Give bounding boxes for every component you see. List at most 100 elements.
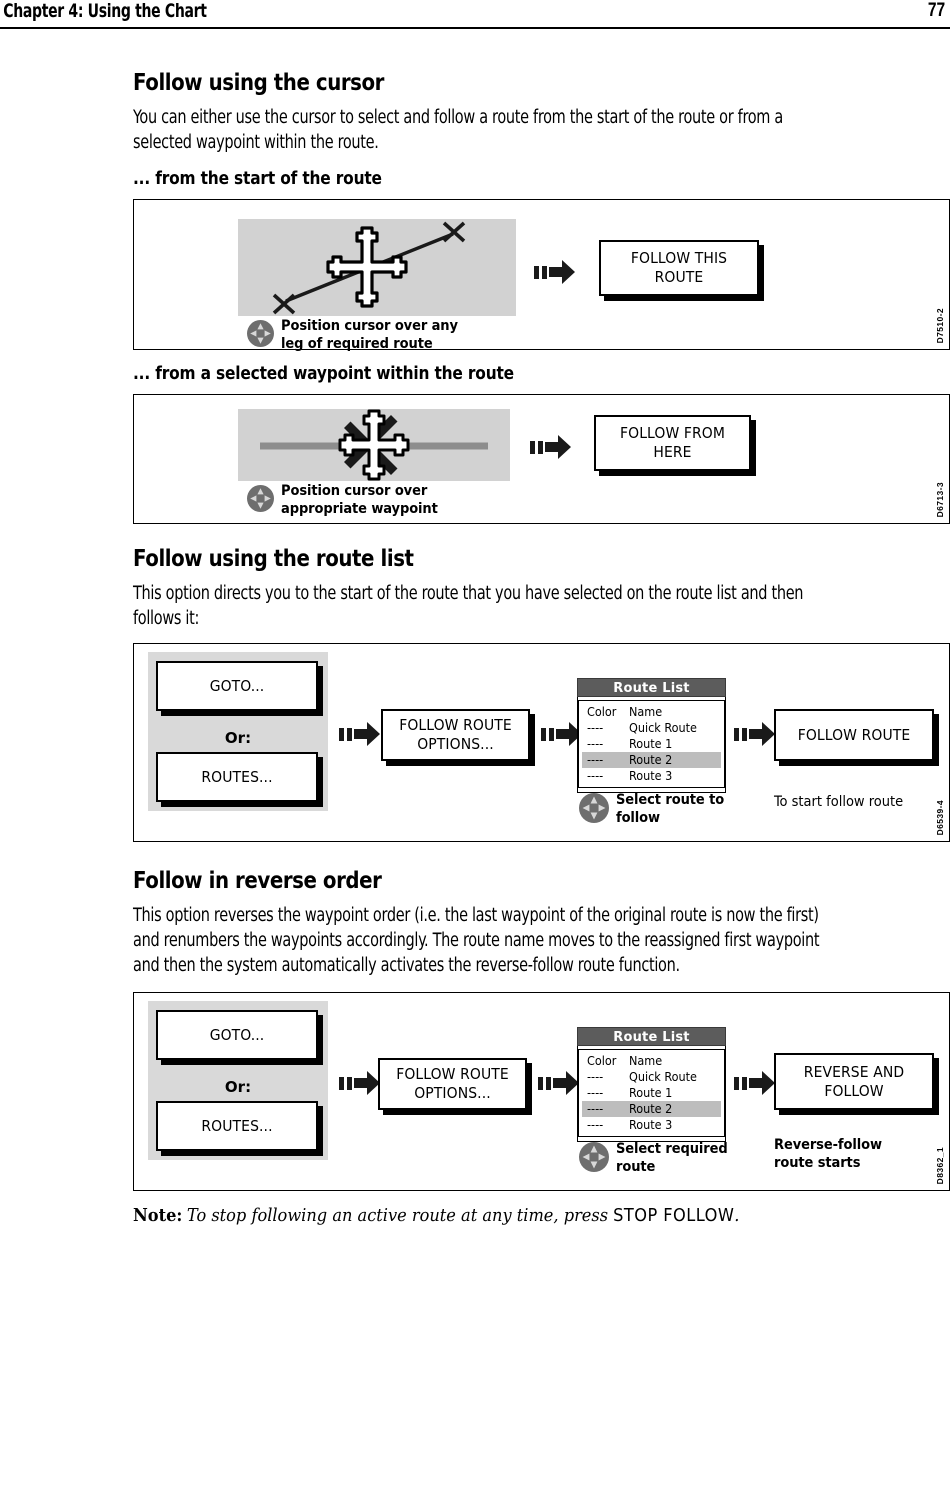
route-list-row-3[interactable]: ---- Quick Route xyxy=(582,720,721,736)
route-list-col-color-4: Color xyxy=(587,1053,617,1068)
route-color-swatch: ---- xyxy=(587,1117,604,1132)
figure-4-id: D8362_1 xyxy=(935,1146,945,1184)
softkey-follow-route-options-4-line1: FOLLOW ROUTE xyxy=(396,1065,509,1083)
route-list-row-4[interactable]: ---- Route 1 xyxy=(582,1085,721,1101)
figure-4-caption: Select required route xyxy=(616,1141,766,1176)
chapter-title: Chapter 4: Using the Chart xyxy=(3,0,207,22)
flow-arrow-2 xyxy=(530,435,571,459)
softkey-follow-route-options-3-line2: OPTIONS... xyxy=(417,735,494,753)
note-text: To stop following an active route at any… xyxy=(186,1205,614,1226)
route-list-header-row-3: Color Name xyxy=(582,704,721,720)
softkey-reverse-and-follow[interactable]: REVERSE AND FOLLOW xyxy=(774,1053,934,1110)
note-period: . xyxy=(734,1205,740,1226)
chart-cursor-icon xyxy=(326,226,408,308)
softkey-follow-from-here-line1: FOLLOW FROM xyxy=(620,424,725,442)
subsection-heading-from-selected-waypoint: ... from a selected waypoint within the … xyxy=(133,364,514,384)
softkey-follow-this-route[interactable]: FOLLOW THIS ROUTE xyxy=(599,240,759,296)
figure-3-id: D6539-4 xyxy=(935,799,945,835)
flow-dash-a xyxy=(530,440,535,454)
softkey-routes-4[interactable]: ROUTES... xyxy=(156,1101,318,1151)
figure-4-right-caption-line2: route starts xyxy=(774,1154,861,1171)
route-name: Quick Route xyxy=(629,720,697,735)
softkey-routes-label: ROUTES... xyxy=(201,767,273,786)
or-label-3: Or: xyxy=(224,729,252,747)
softkey-follow-route-options-4-line2: OPTIONS... xyxy=(414,1084,491,1102)
flow-dash-b xyxy=(741,727,747,741)
figure-2-caption-line2: appropriate waypoint xyxy=(281,500,438,517)
arrow-right-icon xyxy=(553,1071,579,1095)
flow-arrow-1 xyxy=(534,260,575,284)
softkey-follow-route-options-3[interactable]: FOLLOW ROUTE OPTIONS... xyxy=(381,709,530,761)
route-name: Route 2 xyxy=(629,1101,673,1116)
flow-dash-b xyxy=(548,727,554,741)
trackpad-icon-3 xyxy=(579,793,609,828)
flow-arrow-4a xyxy=(339,1071,380,1095)
trackpad-icon-1 xyxy=(247,320,274,352)
or-label-4: Or: xyxy=(224,1078,252,1096)
route-list-col-name-4: Name xyxy=(629,1053,663,1068)
chart-cursor-icon xyxy=(338,409,410,481)
route-list-header-row-4: Color Name xyxy=(582,1053,721,1069)
route-list-row-3[interactable]: ---- Route 3 xyxy=(582,768,721,784)
flow-dash-a xyxy=(538,1076,543,1090)
note-block: Note: To stop following an active route … xyxy=(133,1205,868,1226)
figure-4-right-caption-line1: Reverse-follow xyxy=(774,1137,882,1153)
route-color-swatch: ---- xyxy=(587,1101,604,1116)
softkey-goto-4-label: GOTO... xyxy=(209,1025,265,1044)
route-list-inner-4: Color Name ---- Quick Route ---- Route 1… xyxy=(578,1049,725,1137)
trackpad-icon-2 xyxy=(247,485,274,517)
softkey-goto-label: GOTO... xyxy=(209,676,265,695)
flow-dash-a xyxy=(534,265,539,279)
figure-3-caption: Select route to follow xyxy=(616,792,766,827)
route-list-title-3: Route List xyxy=(577,678,726,697)
softkey-goto[interactable]: GOTO... xyxy=(156,661,318,711)
figure-1-caption: Position cursor over any leg of required… xyxy=(281,318,511,353)
route-list-row-3-selected[interactable]: ---- Route 2 xyxy=(582,752,721,768)
figure-4-caption-line1: Select required xyxy=(616,1141,728,1157)
flow-dash-a xyxy=(541,727,546,741)
flow-dash-a xyxy=(339,727,344,741)
route-color-swatch: ---- xyxy=(587,752,604,767)
route-list-row-4[interactable]: ---- Route 3 xyxy=(582,1117,721,1133)
arrow-right-icon xyxy=(749,722,775,746)
route-list-row-3[interactable]: ---- Route 1 xyxy=(582,736,721,752)
page-header: Chapter 4: Using the Chart 77 xyxy=(0,0,950,28)
note-label: Note: xyxy=(133,1205,183,1226)
page-content: Follow using the cursor You can either u… xyxy=(133,70,950,1226)
softkey-follow-this-route-line1: FOLLOW THIS xyxy=(630,249,728,267)
route-name: Route 1 xyxy=(629,1085,673,1100)
flow-dash-b xyxy=(346,727,352,741)
route-list-window-3: Route List Color Name ---- Quick Route -… xyxy=(577,678,726,793)
arrow-right-icon xyxy=(545,435,571,459)
section-body-follow-in-reverse-order: This option reverses the waypoint order … xyxy=(133,905,820,976)
softkey-follow-route-options-4[interactable]: FOLLOW ROUTE OPTIONS... xyxy=(378,1058,527,1110)
figure-4-caption-line2: route xyxy=(616,1158,656,1175)
softkey-follow-route-3[interactable]: FOLLOW ROUTE xyxy=(774,709,934,761)
softkey-routes-4-label: ROUTES... xyxy=(201,1116,273,1135)
flow-arrow-3c xyxy=(734,722,775,746)
route-list-window-4: Route List Color Name ---- Quick Route -… xyxy=(577,1027,726,1142)
figure-follow-this-route: Position cursor over any leg of required… xyxy=(133,199,950,353)
softkey-routes[interactable]: ROUTES... xyxy=(156,752,318,802)
route-name: Route 1 xyxy=(629,736,673,751)
flow-dash-b xyxy=(741,1076,747,1090)
flow-dash-b xyxy=(537,440,543,454)
figure-2-caption-line1: Position cursor over xyxy=(281,483,428,499)
header-divider xyxy=(0,27,950,29)
route-list-row-4-selected[interactable]: ---- Route 2 xyxy=(582,1101,721,1117)
route-list-row-4[interactable]: ---- Quick Route xyxy=(582,1069,721,1085)
route-list-col-color-3: Color xyxy=(587,704,617,719)
chart-screen-panel-2 xyxy=(238,409,510,481)
flow-arrow-4b xyxy=(538,1071,579,1095)
flow-dash-a xyxy=(339,1076,344,1090)
chart-cursor-graphic-1 xyxy=(272,221,466,315)
softkey-goto-4[interactable]: GOTO... xyxy=(156,1010,318,1060)
section-heading-follow-using-cursor: Follow using the cursor xyxy=(133,70,384,96)
section-heading-follow-using-route-list: Follow using the route list xyxy=(133,546,414,572)
route-color-swatch: ---- xyxy=(587,1069,604,1084)
flow-dash-a xyxy=(734,727,739,741)
softkey-follow-from-here[interactable]: FOLLOW FROM HERE xyxy=(594,415,751,471)
route-color-swatch: ---- xyxy=(587,1085,604,1100)
figure-3-caption-line2: follow xyxy=(616,809,660,826)
flow-dash-b xyxy=(545,1076,551,1090)
